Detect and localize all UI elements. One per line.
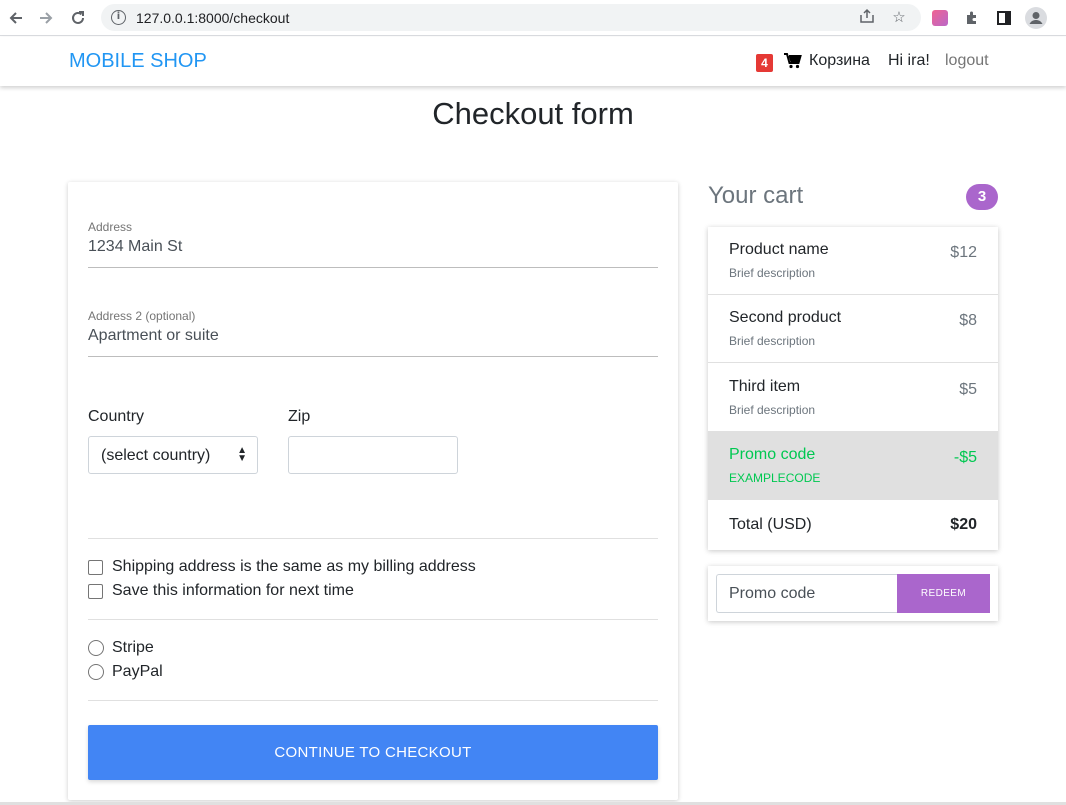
promo-code-form: Promo code REDEEM: [708, 566, 998, 621]
address-field[interactable]: Address 1234 Main St: [88, 220, 658, 268]
back-arrow-icon[interactable]: [4, 6, 28, 30]
cart-item-description: Brief description: [729, 334, 816, 348]
address-input[interactable]: 1234 Main St: [88, 238, 658, 256]
cart-item-description: Brief description: [729, 403, 816, 417]
cart-item-price: $12: [950, 244, 977, 261]
address2-label: Address 2 (optional): [88, 309, 196, 323]
site-navbar: MOBILE SHOP 4 Корзина Hi ira! logout: [0, 37, 1066, 86]
cart-item-price: $5: [959, 381, 977, 398]
divider: [88, 700, 658, 701]
extensions-puzzle-icon[interactable]: [960, 6, 984, 30]
cart-total-row: Total (USD) $20: [708, 500, 998, 550]
payment-option-paypal[interactable]: PayPal: [88, 662, 163, 682]
country-label: Country: [88, 408, 145, 425]
cart-item-name: Third item: [729, 378, 801, 395]
cart-item: Second product Brief description $8: [708, 295, 998, 363]
forward-arrow-icon[interactable]: [34, 6, 58, 30]
promo-discount: -$5: [953, 449, 977, 466]
zip-label: Zip: [288, 408, 311, 425]
continue-to-checkout-button[interactable]: CONTINUE TO CHECKOUT: [88, 725, 658, 780]
same-address-label[interactable]: Shipping address is the same as my billi…: [112, 558, 476, 576]
payment-option-stripe[interactable]: Stripe: [88, 638, 154, 658]
zip-input[interactable]: [288, 436, 458, 474]
address2-input[interactable]: Apartment or suite: [88, 327, 658, 345]
promo-code-input[interactable]: Promo code: [716, 574, 898, 613]
address-bar[interactable]: i 127.0.0.1:8000/checkout ☆: [101, 4, 921, 31]
cart-item-price: $8: [959, 312, 977, 329]
same-address-checkbox-row[interactable]: Shipping address is the same as my billi…: [88, 557, 476, 577]
cart-link[interactable]: Корзина: [809, 52, 870, 70]
total-value: $20: [950, 516, 977, 533]
cart-item-name: Second product: [729, 309, 842, 326]
cart-items-count-badge: 3: [966, 184, 998, 210]
cart-item: Third item Brief description $5: [708, 364, 998, 432]
logout-link[interactable]: logout: [945, 52, 989, 70]
country-select-value: (select country): [101, 447, 211, 464]
user-greeting: Hi ira!: [888, 52, 930, 69]
paypal-label[interactable]: PayPal: [112, 663, 163, 681]
country-select[interactable]: (select country) ▲ ▼: [88, 436, 258, 474]
cart-list: Product name Brief description $12 Secon…: [708, 227, 998, 550]
site-info-icon[interactable]: i: [111, 10, 126, 25]
account-avatar-icon[interactable]: [1024, 6, 1048, 30]
cart-item-description: Brief description: [729, 266, 816, 280]
stripe-radio[interactable]: [88, 640, 104, 656]
save-info-checkbox-row[interactable]: Save this information for next time: [88, 581, 354, 601]
side-panel-icon[interactable]: [992, 6, 1016, 30]
same-address-checkbox[interactable]: [88, 559, 103, 575]
cart-count-badge: 4: [756, 54, 773, 72]
extension-profile-icon[interactable]: [928, 6, 952, 30]
cart-item-name: Product name: [729, 241, 829, 258]
stripe-label[interactable]: Stripe: [112, 639, 154, 657]
divider: [88, 619, 658, 620]
url-text[interactable]: 127.0.0.1:8000/checkout: [136, 10, 289, 26]
cart-heading: Your cart: [708, 182, 804, 209]
save-info-checkbox[interactable]: [88, 583, 103, 599]
divider: [88, 538, 658, 539]
redeem-button[interactable]: REDEEM: [897, 574, 990, 613]
save-info-label[interactable]: Save this information for next time: [112, 582, 354, 600]
total-label: Total (USD): [729, 516, 812, 533]
page-title: Checkout form: [432, 96, 634, 131]
share-icon[interactable]: [857, 8, 877, 28]
brand-logo[interactable]: MOBILE SHOP: [69, 50, 207, 73]
bookmark-star-icon[interactable]: ☆: [889, 8, 909, 28]
select-updown-icon: ▲ ▼: [237, 445, 247, 464]
cart-item: Product name Brief description $12: [708, 227, 998, 295]
promo-applied-row: Promo code EXAMPLECODE -$5: [708, 432, 998, 500]
reload-icon[interactable]: [66, 6, 90, 30]
paypal-radio[interactable]: [88, 664, 104, 680]
shopping-cart-icon[interactable]: [784, 53, 802, 69]
promo-code-text: EXAMPLECODE: [729, 471, 821, 485]
checkout-form-card: Address 1234 Main St Address 2 (optional…: [68, 182, 678, 800]
address-label: Address: [88, 220, 133, 234]
promo-label: Promo code: [729, 446, 816, 463]
browser-toolbar: i 127.0.0.1:8000/checkout ☆: [0, 0, 1066, 36]
address2-field[interactable]: Address 2 (optional) Apartment or suite: [88, 309, 658, 357]
